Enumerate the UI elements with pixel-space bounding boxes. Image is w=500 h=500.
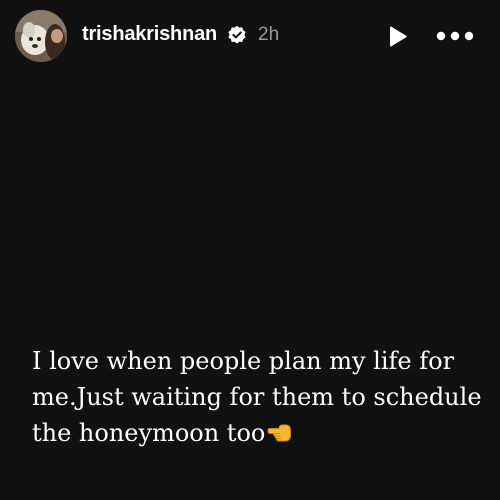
story-header: trishakrishnan 2h <box>0 0 500 72</box>
story-viewer: trishakrishnan 2h I love when people pla… <box>0 0 500 500</box>
play-icon[interactable] <box>384 24 410 50</box>
caption-text: I love when people plan my life for me.J… <box>32 347 482 447</box>
profile-avatar[interactable] <box>15 10 67 62</box>
backhand-index-pointing-left-emoji <box>267 424 292 442</box>
post-timestamp: 2h <box>258 24 280 45</box>
username[interactable]: trishakrishnan <box>82 23 217 46</box>
story-caption: I love when people plan my life for me.J… <box>32 343 492 451</box>
more-options-icon[interactable] <box>436 28 474 44</box>
verified-badge-icon <box>228 25 246 44</box>
